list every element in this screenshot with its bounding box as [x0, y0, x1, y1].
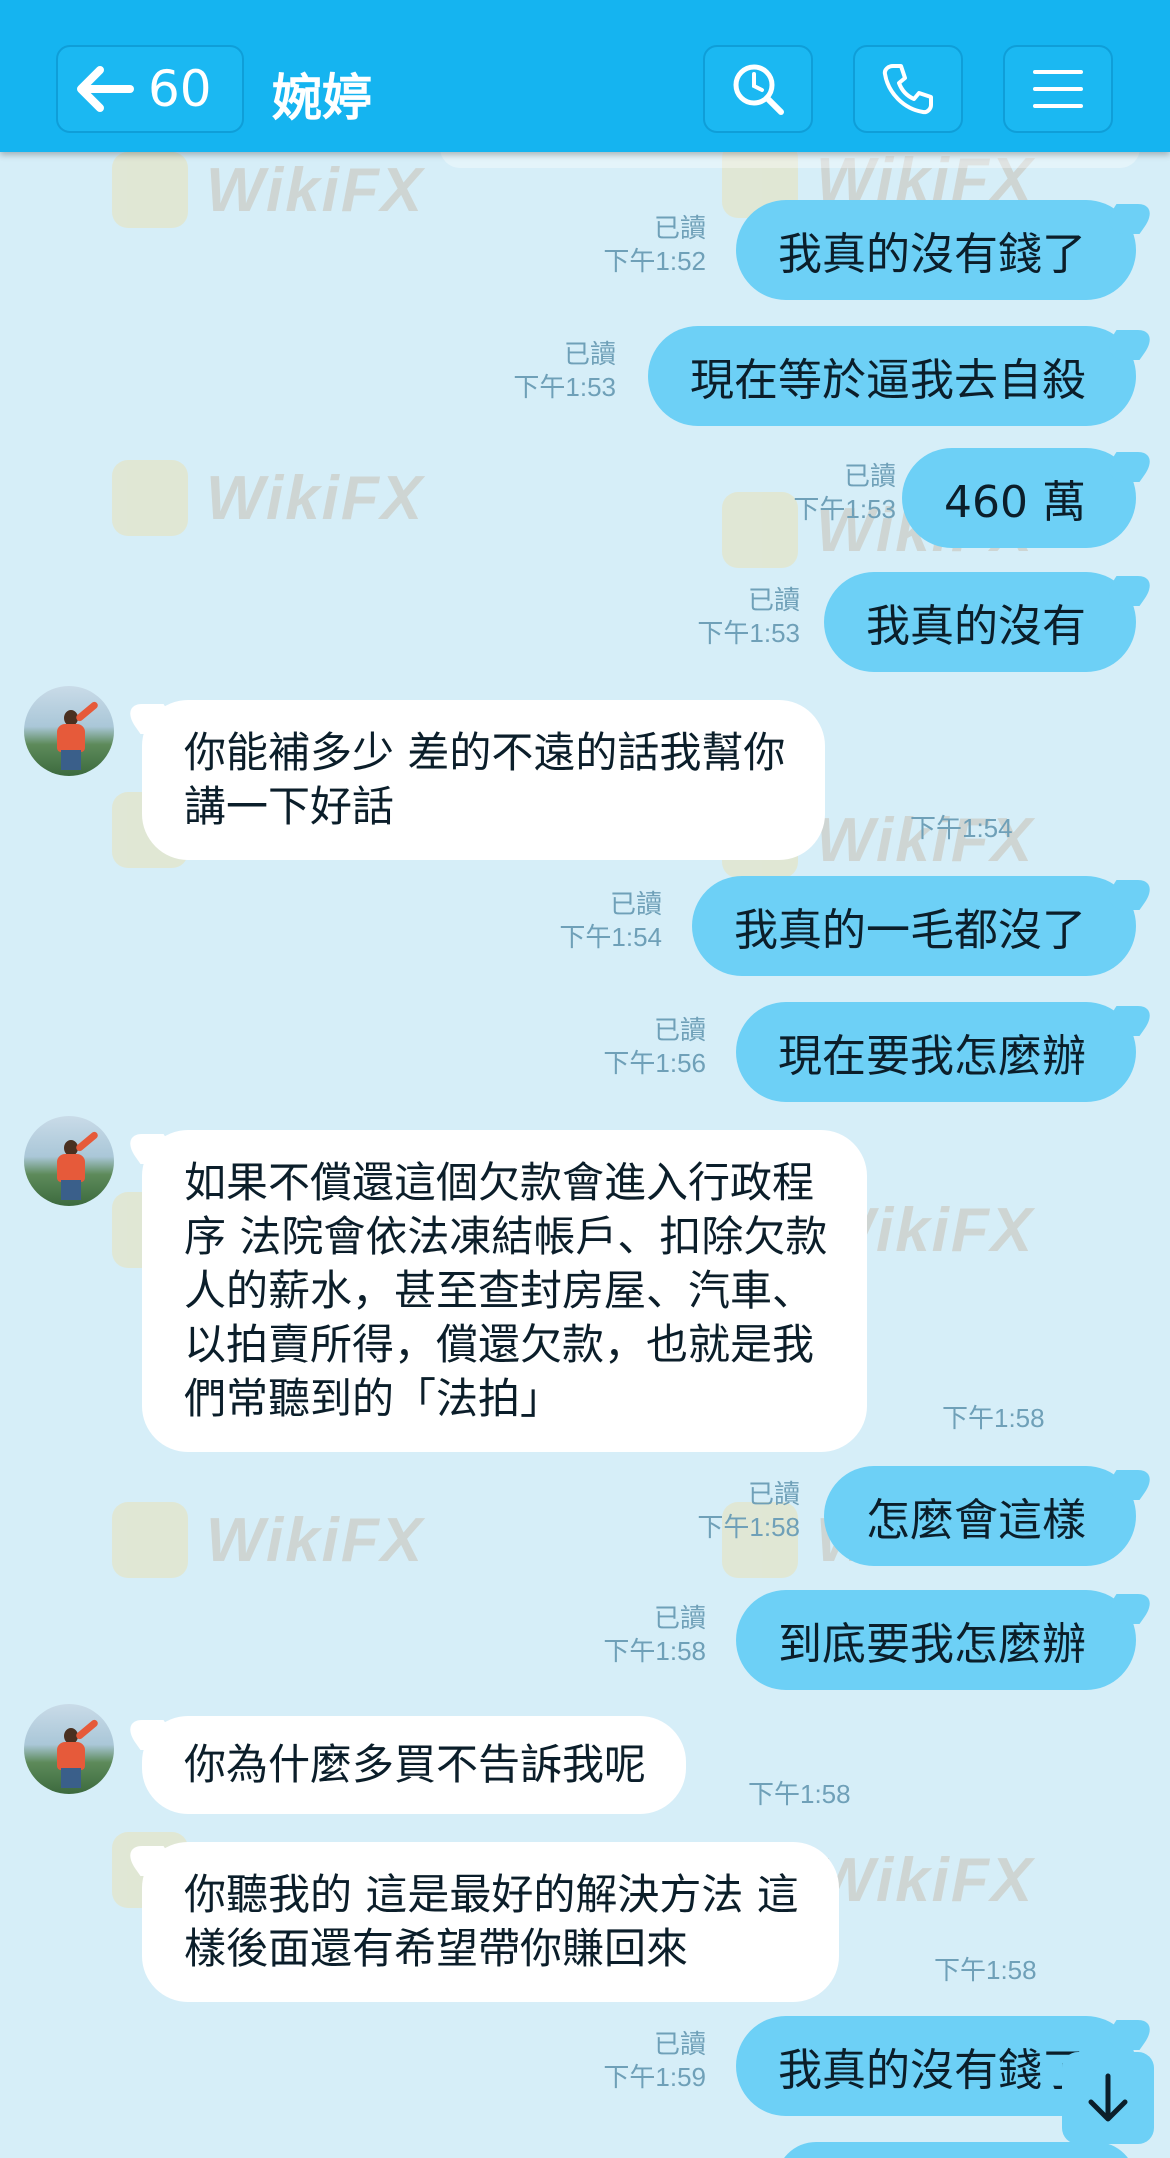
message-time: 下午1:53	[697, 618, 800, 648]
hamburger-menu-icon	[1033, 70, 1083, 108]
message-line: 們常聽到的「法拍」	[184, 1374, 563, 1423]
message-time: 下午1:58	[748, 1779, 851, 1809]
message-meta: 已讀 下午1:58	[603, 1602, 706, 1668]
message-bubble[interactable]: 現在等於逼我去自殺	[648, 326, 1136, 426]
message-time: 下午1:54	[910, 813, 1013, 843]
message-outgoing: 已讀 下午1:53 我真的沒有	[0, 572, 1170, 672]
message-time: 下午1:53	[793, 494, 896, 524]
message-meta: 已讀 下午1:56	[603, 1014, 706, 1080]
message-outgoing: 已讀 下午1:59 我真的沒有錢了	[0, 2016, 1170, 2116]
contact-avatar[interactable]	[24, 1704, 114, 1794]
message-time: 下午1:54	[559, 922, 662, 952]
read-receipt: 已讀	[843, 461, 896, 491]
message-bubble-incoming[interactable]: 你能補多少 差的不遠的話我幫你 講一下好話	[142, 700, 826, 860]
message-line: 如果不償還這個欠款會進入行政程	[184, 1158, 815, 1207]
message-line: 講一下好話	[184, 782, 395, 831]
message-line: 序 法院會依法凍結帳戶、扣除欠款	[184, 1212, 828, 1261]
contact-name: 婉婷	[272, 69, 372, 127]
menu-button[interactable]	[1003, 45, 1113, 133]
message-outgoing: 已讀 下午1:56 現在要我怎麼辦	[0, 1002, 1170, 1102]
message-bubble[interactable]: 我真的一毛都沒了	[692, 876, 1136, 976]
back-button[interactable]: 60	[56, 45, 244, 133]
message-meta: 已讀 下午1:58	[697, 1478, 800, 1544]
message-bubble[interactable]: 460 萬	[902, 448, 1136, 548]
message-meta: 已讀 下午1:59	[603, 2028, 706, 2094]
message-bubble[interactable]: 我真的沒有錢了	[736, 200, 1136, 300]
message-bubble[interactable]: 現在要我怎麼辦	[736, 1002, 1136, 1102]
read-receipt: 已讀	[653, 213, 706, 243]
read-receipt: 已讀	[563, 339, 616, 369]
message-time: 下午1:59	[603, 2062, 706, 2092]
message-outgoing: 已讀 下午1:53 現在等於逼我去自殺	[0, 326, 1170, 426]
read-receipt: 已讀	[609, 889, 662, 919]
read-receipt: 已讀	[653, 2029, 706, 2059]
message-time: 下午1:53	[513, 372, 616, 402]
message-line: 以拍賣所得，償還欠款，也就是我	[184, 1320, 815, 1369]
message-meta: 已讀 下午1:52	[603, 212, 706, 278]
message-meta: 已讀 下午1:54	[559, 888, 662, 954]
read-receipt: 已讀	[747, 1479, 800, 1509]
message-time: 下午1:52	[603, 246, 706, 276]
message-bubble[interactable]: 我真的沒有	[824, 572, 1136, 672]
arrow-down-icon	[1088, 2073, 1128, 2122]
scroll-to-bottom-button[interactable]	[1062, 2052, 1154, 2144]
message-time: 下午1:58	[934, 1955, 1037, 1985]
contact-avatar[interactable]	[24, 686, 114, 776]
message-bubble[interactable]: 怎麼會這樣	[824, 1466, 1136, 1566]
message-meta: 已讀 下午1:53	[513, 338, 616, 404]
search-button[interactable]	[703, 45, 813, 133]
message-line: 你聽我的 這是最好的解決方法 這	[184, 1870, 799, 1919]
message-line: 你為什麼多買不告訴我呢	[184, 1740, 647, 1789]
message-bubble-incoming[interactable]: 你聽我的 這是最好的解決方法 這 樣後面還有希望帶你賺回來	[142, 1842, 839, 2002]
message-outgoing: 已讀 下午1:58 怎麼會這樣	[0, 1466, 1170, 1566]
arrow-left-icon	[77, 66, 134, 112]
read-receipt: 已讀	[653, 1603, 706, 1633]
message-bubble-partial	[776, 2142, 1136, 2158]
message-bubble-incoming[interactable]: 如果不償還這個欠款會進入行政程 序 法院會依法凍結帳戶、扣除欠款 人的薪水，甚至…	[142, 1130, 868, 1452]
read-receipt: 已讀	[747, 585, 800, 615]
unread-count: 60	[148, 60, 212, 118]
message-line: 你能補多少 差的不遠的話我幫你	[184, 728, 786, 777]
message-time: 下午1:56	[603, 1048, 706, 1078]
message-outgoing: 已讀 下午1:52 我真的沒有錢了	[0, 200, 1170, 300]
message-outgoing: 已讀 下午1:53 460 萬	[0, 448, 1170, 548]
message-line: 樣後面還有希望帶你賺回來	[184, 1924, 689, 1973]
phone-icon	[882, 64, 933, 115]
message-meta: 已讀 下午1:53	[697, 584, 800, 650]
chat-area[interactable]: WikiFX WikiFX WikiFX WikiFX WikiFX WikiF…	[0, 122, 1170, 2158]
read-receipt: 已讀	[653, 1015, 706, 1045]
message-time: 下午1:58	[697, 1512, 800, 1542]
chat-header: 60 婉婷	[0, 0, 1170, 152]
message-bubble-incoming[interactable]: 你為什麼多買不告訴我呢	[142, 1716, 687, 1814]
message-time: 下午1:58	[942, 1403, 1045, 1433]
search-icon	[733, 64, 784, 115]
message-outgoing: 已讀 下午1:58 到底要我怎麼辦	[0, 1590, 1170, 1690]
contact-avatar[interactable]	[24, 1116, 114, 1206]
call-button[interactable]	[853, 45, 963, 133]
message-outgoing: 已讀 下午1:54 我真的一毛都沒了	[0, 876, 1170, 976]
message-meta: 已讀 下午1:53	[793, 460, 896, 526]
message-line: 人的薪水，甚至查封房屋、汽車、	[184, 1266, 815, 1315]
message-time: 下午1:58	[603, 1636, 706, 1666]
message-bubble[interactable]: 到底要我怎麼辦	[736, 1590, 1136, 1690]
